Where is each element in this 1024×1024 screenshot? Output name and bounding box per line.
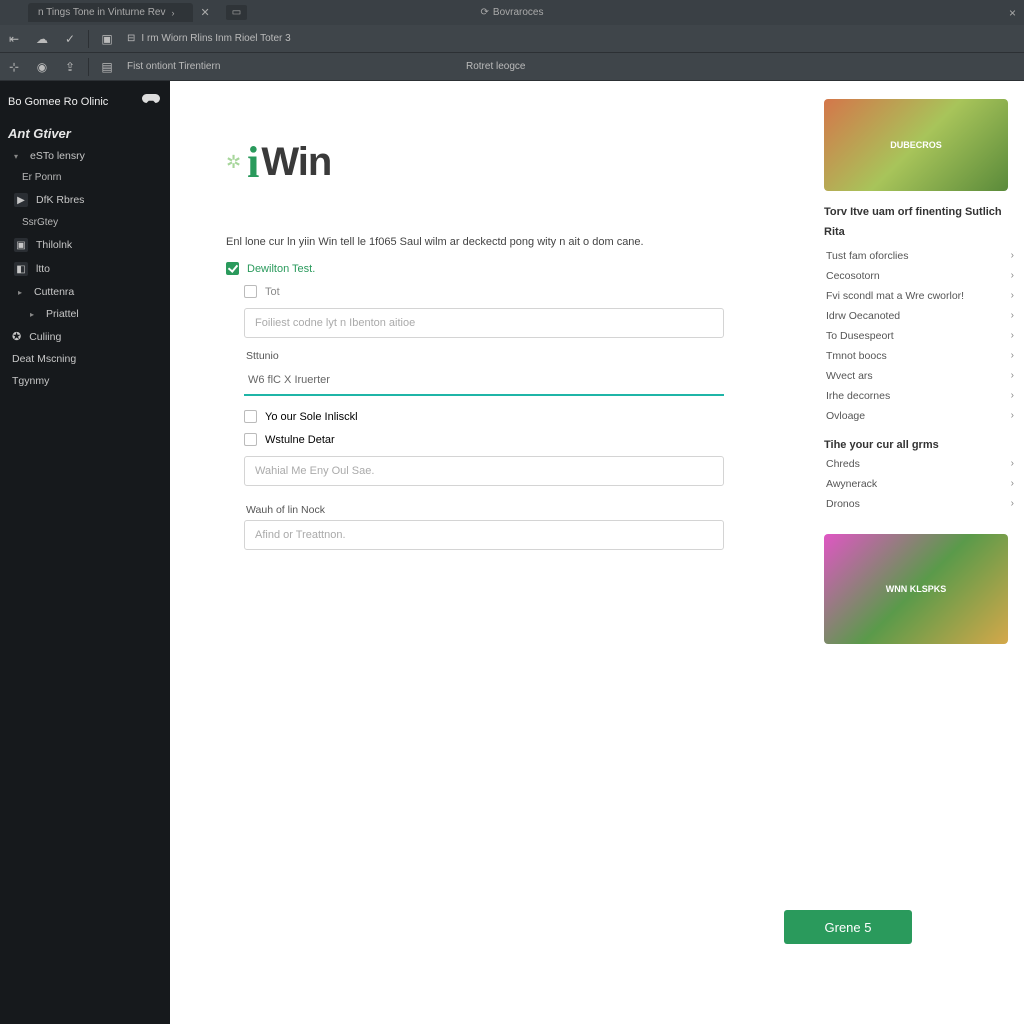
chevron-right-icon: › xyxy=(1011,410,1014,421)
checkbox-sole[interactable] xyxy=(244,410,257,423)
chevron-right-icon: › xyxy=(1011,310,1014,321)
field-label-wauh: Wauh of lin Nock xyxy=(246,504,784,516)
sidebar-item-4[interactable]: ▣Thilolnk xyxy=(0,233,170,257)
caret-icon: ▸ xyxy=(18,288,26,297)
right-link[interactable]: Awynerack› xyxy=(824,474,1016,494)
caret-icon: ▾ xyxy=(14,152,22,161)
sidebar-brand: Bo Gomee Ro Olinic xyxy=(8,96,108,108)
dandelion-icon: ✲ xyxy=(226,152,241,173)
chevron-right-icon: › xyxy=(1011,498,1014,509)
checkbox-tot[interactable] xyxy=(244,285,257,298)
breadcrumb-3[interactable]: Rotret leogce xyxy=(460,61,531,72)
right-link[interactable]: Chreds› xyxy=(824,454,1016,474)
sidebar-item-7[interactable]: ▸Priattel xyxy=(0,303,170,325)
window-titlebar: n Tings Tone in Vinturne Rev › ✕ ▭ ⟳ Bov… xyxy=(0,0,1024,25)
chevron-right-icon: › xyxy=(1011,478,1014,489)
right-link[interactable]: Tmnot boocs› xyxy=(824,346,1016,366)
sidebar-section-title: Ant Gtiver xyxy=(0,120,170,145)
right-heading-1: Torv Itve uam orf finenting Sutlich xyxy=(824,205,1016,219)
chevron-right-icon: › xyxy=(1011,458,1014,469)
promo-banner-bottom[interactable]: WNN KLSPKS xyxy=(824,534,1008,644)
window-close-button[interactable]: × xyxy=(1009,6,1016,20)
globe-icon: ✪ xyxy=(12,330,21,343)
right-link[interactable]: Irhe decornes› xyxy=(824,386,1016,406)
input-wahial[interactable] xyxy=(244,456,724,486)
chevron-right-icon: › xyxy=(1011,390,1014,401)
shield-icon: ⟳ xyxy=(481,7,489,18)
promo-banner-top[interactable]: DUBECROS xyxy=(824,99,1008,191)
checkbox-download-test[interactable] xyxy=(226,262,239,275)
right-link[interactable]: To Dusespeort› xyxy=(824,326,1016,346)
checkbox-label: Wstulne Detar xyxy=(265,434,335,446)
sidebar-item-1[interactable]: Er Ponrn xyxy=(0,167,170,188)
tab-label: n Tings Tone in Vinturne Rev xyxy=(38,7,166,18)
cloud-icon[interactable]: ☁ xyxy=(28,32,56,46)
right-link[interactable]: Cecosotorn› xyxy=(824,266,1016,286)
right-heading-1b: Rita xyxy=(824,225,1016,239)
sidebar-item-6[interactable]: ▸Cuttenra xyxy=(0,281,170,303)
sidebar-item-10[interactable]: Tgynmy xyxy=(0,370,170,392)
square-icon: ◧ xyxy=(14,262,28,276)
check-icon[interactable]: ✓ xyxy=(56,32,84,46)
field-label-sttunio: Sttunio xyxy=(246,350,784,362)
new-tab-button[interactable]: ▭ xyxy=(226,5,247,20)
input-foiliest[interactable] xyxy=(244,308,724,338)
square-icon: ▶ xyxy=(14,193,28,207)
chevron-right-icon: › xyxy=(1011,350,1014,361)
box-icon: ⊟ xyxy=(127,33,135,44)
caret-icon: ▸ xyxy=(30,310,38,319)
back-icon[interactable]: ⇤ xyxy=(0,32,28,46)
iwin-logo: ✲ iWin xyxy=(226,137,784,188)
breadcrumb-1[interactable]: ⊟ I rm Wiorn Rlins Inm Rioel Toter 3 xyxy=(121,33,297,44)
browser-tab[interactable]: n Tings Tone in Vinturne Rev › xyxy=(28,3,193,22)
tab-close-icon[interactable]: ✕ xyxy=(201,6,210,19)
right-link[interactable]: Dronos› xyxy=(824,494,1016,514)
checkbox-label: Tot xyxy=(265,286,280,298)
sidebar-item-0[interactable]: ▾eSTo lensry xyxy=(0,145,170,167)
pin-icon[interactable]: ⊹ xyxy=(0,60,28,74)
right-link[interactable]: Wvect ars› xyxy=(824,366,1016,386)
form-area: ✲ iWin Enl lone cur ln yiin Win tell le … xyxy=(170,81,824,1024)
chevron-right-icon: › xyxy=(1011,250,1014,261)
share-icon[interactable]: ⇪ xyxy=(56,60,84,74)
chevron-right-icon: › xyxy=(1011,370,1014,381)
page-icon[interactable]: ▤ xyxy=(93,60,121,74)
sidebar-item-8[interactable]: ✪Culiing xyxy=(0,325,170,348)
form-intro-text: Enl lone cur ln yiin Win tell le 1f065 S… xyxy=(226,236,784,248)
right-link[interactable]: Ovloage› xyxy=(824,406,1016,426)
breadcrumb-2[interactable]: Fist ontiont Tirentiern xyxy=(121,61,226,72)
title-center: Bovraroces xyxy=(493,7,544,18)
chevron-right-icon: › xyxy=(1011,270,1014,281)
right-column: DUBECROS Torv Itve uam orf finenting Sut… xyxy=(824,81,1024,1024)
chevron-right-icon: › xyxy=(1011,290,1014,301)
right-link[interactable]: Tust fam oforclies› xyxy=(824,246,1016,266)
chevron-right-icon: › xyxy=(172,8,175,18)
square-icon: ▣ xyxy=(14,238,28,252)
right-link[interactable]: Fvi scondl mat a Wre cworlor!› xyxy=(824,286,1016,306)
avatar-icon[interactable]: ◉ xyxy=(28,60,56,74)
input-afind[interactable] xyxy=(244,520,724,550)
right-heading-2: Tihe your cur all grms xyxy=(824,438,1016,452)
window-icon[interactable]: ▣ xyxy=(93,32,121,46)
checkbox-label: Yo our Sole Inlisckl xyxy=(265,411,358,423)
toolbar: ⇤ ☁ ✓ ▣ ⊟ I rm Wiorn Rlins Inm Rioel Tot… xyxy=(0,25,1024,81)
gamepad-icon xyxy=(142,93,160,110)
sidebar-item-9[interactable]: Deat Mscning xyxy=(0,348,170,370)
sidebar: Bo Gomee Ro Olinic Ant Gtiver ▾eSTo lens… xyxy=(0,81,170,1024)
checkbox-wstulne[interactable] xyxy=(244,433,257,446)
right-link[interactable]: Idrw Oecanoted› xyxy=(824,306,1016,326)
chevron-right-icon: › xyxy=(1011,330,1014,341)
sidebar-item-5[interactable]: ◧ltto xyxy=(0,257,170,281)
submit-button[interactable]: Grene 5 xyxy=(784,910,912,944)
sidebar-item-3[interactable]: SsrGtey xyxy=(0,212,170,233)
checkbox-label: Dewilton Test. xyxy=(247,263,315,275)
sidebar-item-2[interactable]: ▶DfK Rbres xyxy=(0,188,170,212)
input-sttunio[interactable] xyxy=(244,366,724,396)
